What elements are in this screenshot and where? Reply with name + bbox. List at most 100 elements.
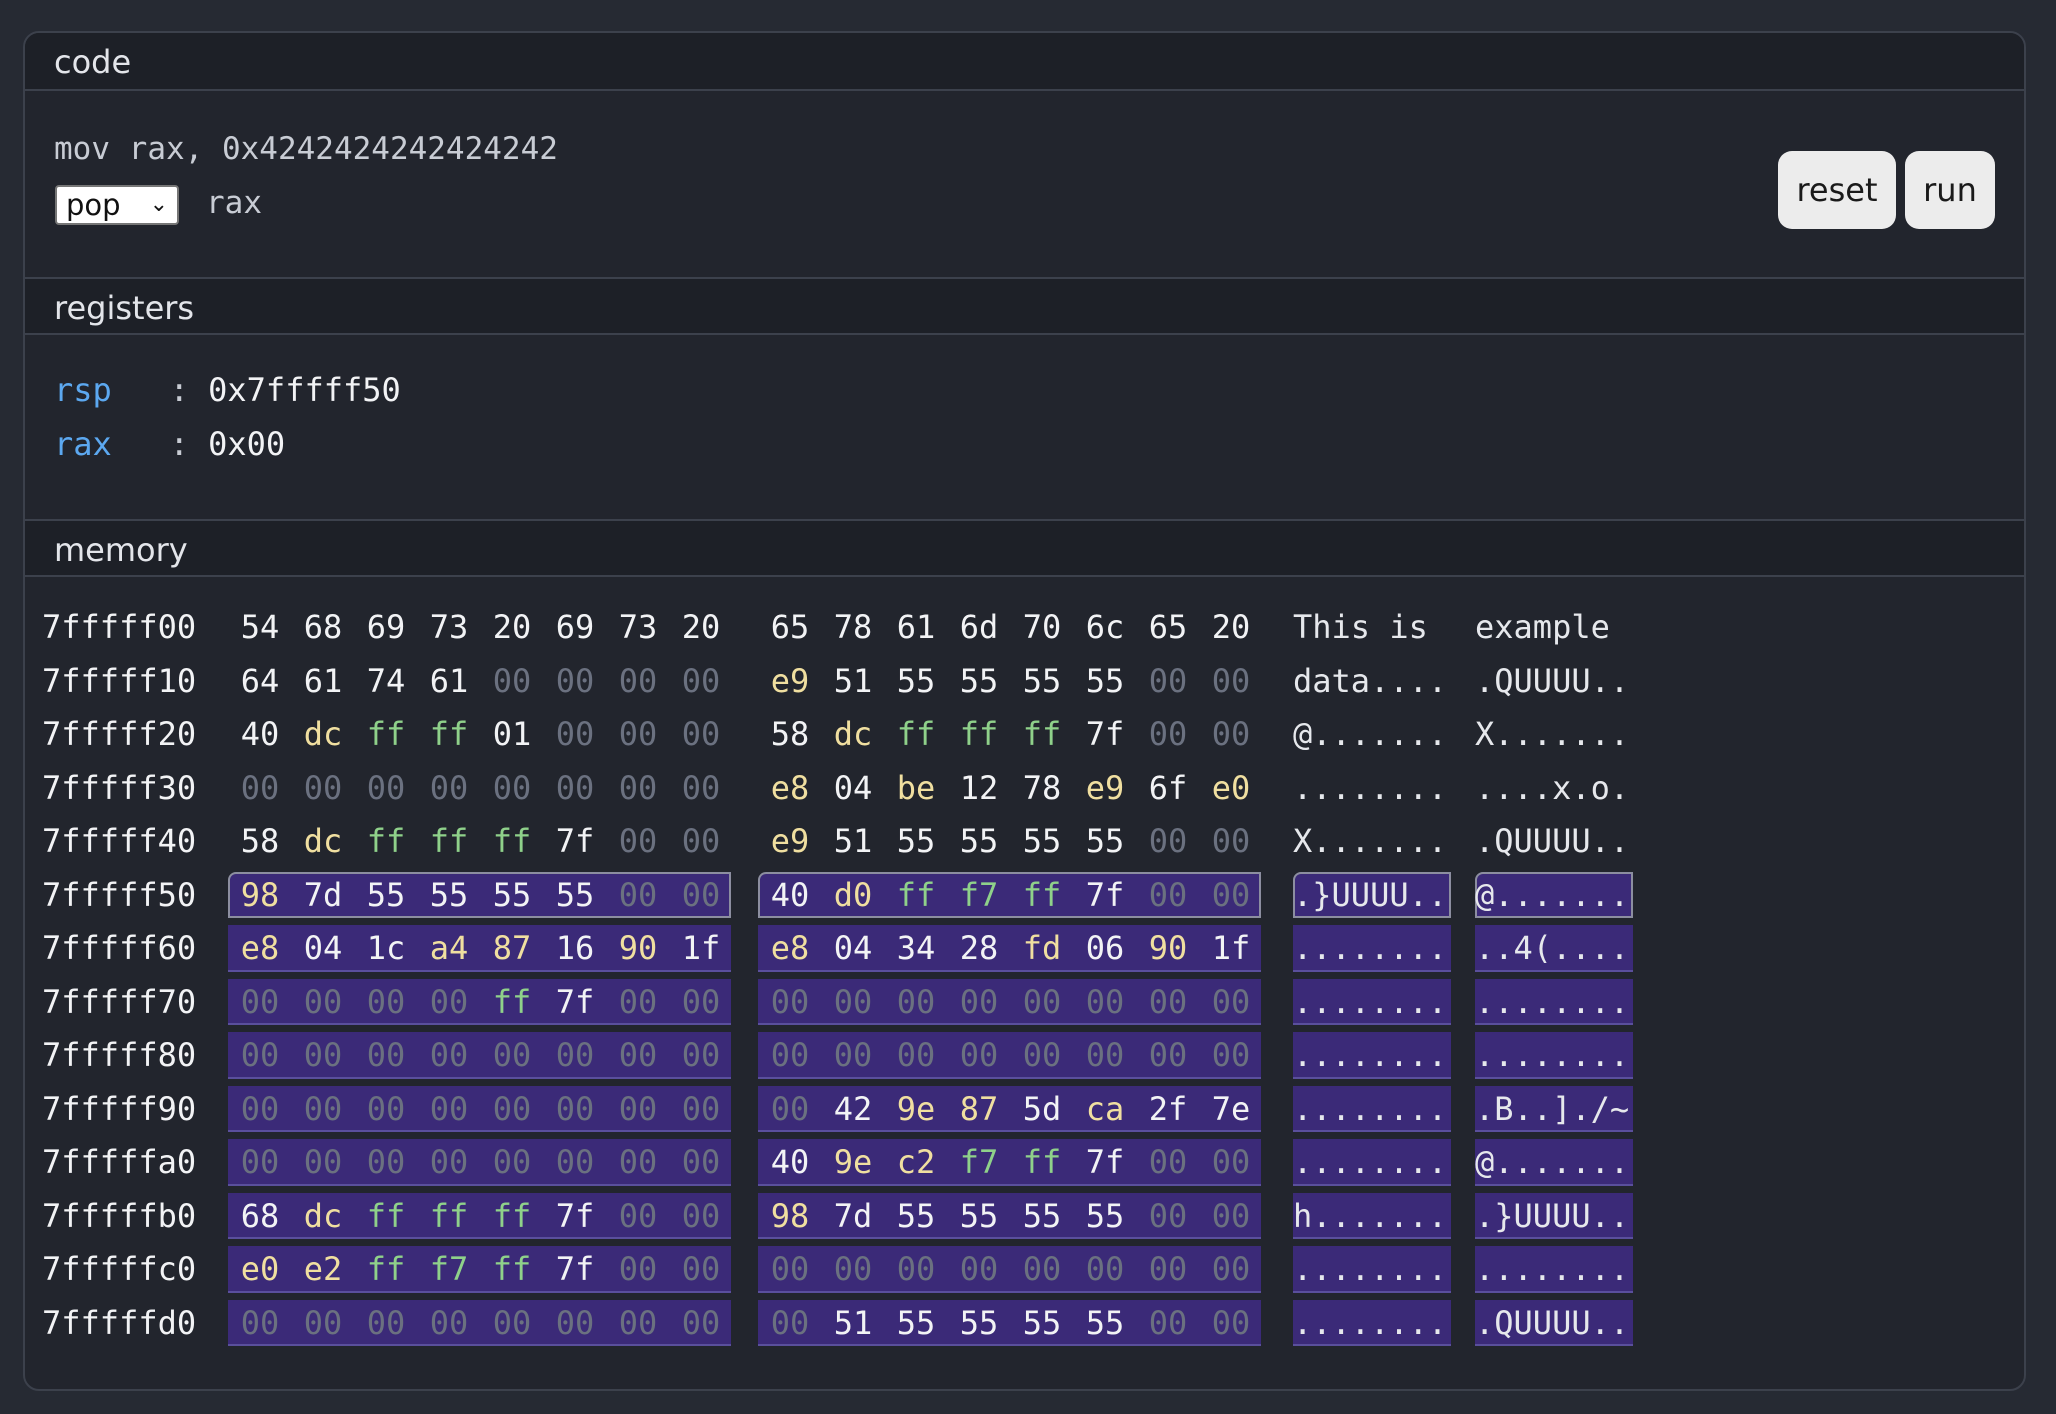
memory-byte: 00: [303, 982, 343, 1021]
memory-address: 7fffff80: [42, 1036, 197, 1074]
code-line-2-operand: rax: [206, 185, 262, 221]
memory-row: 7fffff30 00 00 00 00 00 00 00 00 e8 04 be 12 78 e9 6f e0…: [25, 761, 2024, 815]
memory-byte: 00: [833, 1036, 873, 1074]
memory-byte: e9: [770, 822, 810, 860]
memory-byte: 00: [240, 768, 280, 807]
memory-byte: f7: [959, 1143, 999, 1181]
memory-byte: 00: [833, 1250, 873, 1288]
chevron-down-icon: ⌄: [149, 192, 168, 217]
memory-ascii: ........: [1293, 768, 1448, 807]
memory-byte: 00: [303, 1143, 343, 1181]
instruction-select-value: pop: [66, 188, 121, 222]
memory-row: 7fffffb0 68 dc ff ff ff 7f 00 00 98 7d 55 55 55 55 00 00…: [25, 1189, 2024, 1243]
memory-byte: 00: [1148, 875, 1188, 914]
memory-byte: 00: [303, 1303, 343, 1342]
memory-byte: 78: [833, 608, 873, 646]
memory-byte: 61: [303, 661, 343, 700]
memory-byte: 55: [1085, 822, 1125, 860]
memory-byte: 00: [1211, 1196, 1251, 1235]
memory-byte: 00: [681, 822, 721, 860]
memory-byte: 7e: [1211, 1089, 1251, 1128]
memory-byte: 00: [429, 1143, 469, 1181]
memory-byte: 00: [896, 1250, 936, 1288]
memory-address: 7fffff70: [42, 982, 197, 1021]
memory-row: 7fffffc0 e0 e2 ff f7 ff 7f 00 00 00 00 00 00 00 00 00 00…: [25, 1242, 2024, 1296]
memory-address: 7fffffc0: [42, 1250, 197, 1288]
memory-byte: 51: [833, 822, 873, 860]
memory-byte: 1f: [1211, 929, 1251, 967]
memory-byte: 87: [492, 929, 532, 967]
memory-row: 7fffff70 00 00 00 00 ff 7f 00 00 00 00 00 00 00 00 00 00…: [25, 975, 2024, 1029]
memory-byte: 1c: [366, 929, 406, 967]
memory-byte: 00: [555, 1143, 595, 1181]
register-value: 0x7fffff50: [208, 371, 401, 409]
memory-byte: 55: [1085, 661, 1125, 700]
memory-byte: 00: [1022, 1250, 1062, 1288]
memory-byte: 61: [896, 608, 936, 646]
memory-byte: 40: [770, 875, 810, 914]
register-name: rsp: [54, 371, 112, 409]
memory-byte: 00: [240, 1303, 280, 1342]
memory-byte: e0: [240, 1250, 280, 1288]
memory-byte: 00: [681, 1250, 721, 1288]
memory-ascii: @.......: [1293, 715, 1448, 753]
memory-byte: 00: [492, 768, 532, 807]
memory-byte: 00: [681, 1036, 721, 1074]
memory-byte: 00: [1211, 822, 1251, 860]
memory-byte: e9: [1085, 768, 1125, 807]
memory-byte: 00: [618, 1303, 658, 1342]
memory-row: 7fffffd0 00 00 00 00 00 00 00 00 00 51 55 55 55 55 00 00…: [25, 1296, 2024, 1350]
memory-byte: 00: [959, 982, 999, 1021]
memory-byte: 00: [896, 1036, 936, 1074]
memory-byte: 00: [1022, 982, 1062, 1021]
memory-byte: 51: [833, 661, 873, 700]
register-row-rsp: rsp : 0x7fffff50: [54, 371, 401, 409]
register-value: 0x00: [208, 425, 286, 463]
run-button[interactable]: run: [1905, 151, 1995, 229]
debugger-panel: code mov rax, 0x4242424242424242 pop ⌄ r…: [23, 31, 2026, 1391]
memory-byte: 00: [681, 1303, 721, 1342]
memory-byte: 00: [618, 715, 658, 753]
memory-byte: 55: [366, 875, 406, 914]
memory-byte: 2f: [1148, 1089, 1188, 1128]
memory-byte: 68: [303, 608, 343, 646]
memory-byte: f7: [959, 875, 999, 914]
register-row-rax: rax : 0x00: [54, 425, 285, 463]
instruction-select[interactable]: pop ⌄: [55, 185, 179, 225]
memory-byte: ff: [1022, 715, 1062, 753]
memory-byte: 00: [833, 982, 873, 1021]
memory-byte: 00: [366, 768, 406, 807]
memory-byte: 00: [618, 875, 658, 914]
memory-byte: 00: [1148, 982, 1188, 1021]
memory-byte: 00: [618, 822, 658, 860]
memory-byte: 00: [1211, 875, 1251, 914]
memory-byte: ff: [429, 1196, 469, 1235]
memory-byte: 00: [618, 1089, 658, 1128]
memory-byte: 55: [896, 1196, 936, 1235]
memory-ascii: example: [1475, 608, 1630, 646]
memory-byte: 00: [555, 1036, 595, 1074]
reset-button[interactable]: reset: [1778, 151, 1896, 229]
memory-byte: e8: [770, 768, 810, 807]
memory-byte: ff: [429, 822, 469, 860]
memory-ascii: ........: [1475, 1250, 1630, 1288]
memory-byte: ff: [366, 715, 406, 753]
memory-byte: e0: [1211, 768, 1251, 807]
memory-byte: 00: [1148, 1303, 1188, 1342]
memory-byte: 00: [1211, 1036, 1251, 1074]
memory-byte: 55: [896, 1303, 936, 1342]
memory-byte: 00: [555, 768, 595, 807]
memory-row: 7fffff40 58 dc ff ff ff 7f 00 00 e9 51 55 55 55 55 00 00…: [25, 814, 2024, 868]
memory-row: 7fffff60 e8 04 1c a4 87 16 90 1f e8 04 34 28 fd 06 90 1f…: [25, 921, 2024, 975]
memory-byte: 28: [959, 929, 999, 967]
memory-ascii: .QUUUU..: [1475, 661, 1630, 700]
memory-byte: 90: [1148, 929, 1188, 967]
memory-ascii: .B..]./~: [1475, 1089, 1630, 1128]
memory-address: 7fffff50: [42, 875, 197, 914]
memory-address: 7fffffb0: [42, 1196, 197, 1235]
memory-address: 7fffffa0: [42, 1143, 197, 1181]
memory-byte: e8: [240, 929, 280, 967]
memory-byte: 00: [366, 1089, 406, 1128]
register-name: rax: [54, 425, 112, 463]
memory-byte: ff: [896, 715, 936, 753]
